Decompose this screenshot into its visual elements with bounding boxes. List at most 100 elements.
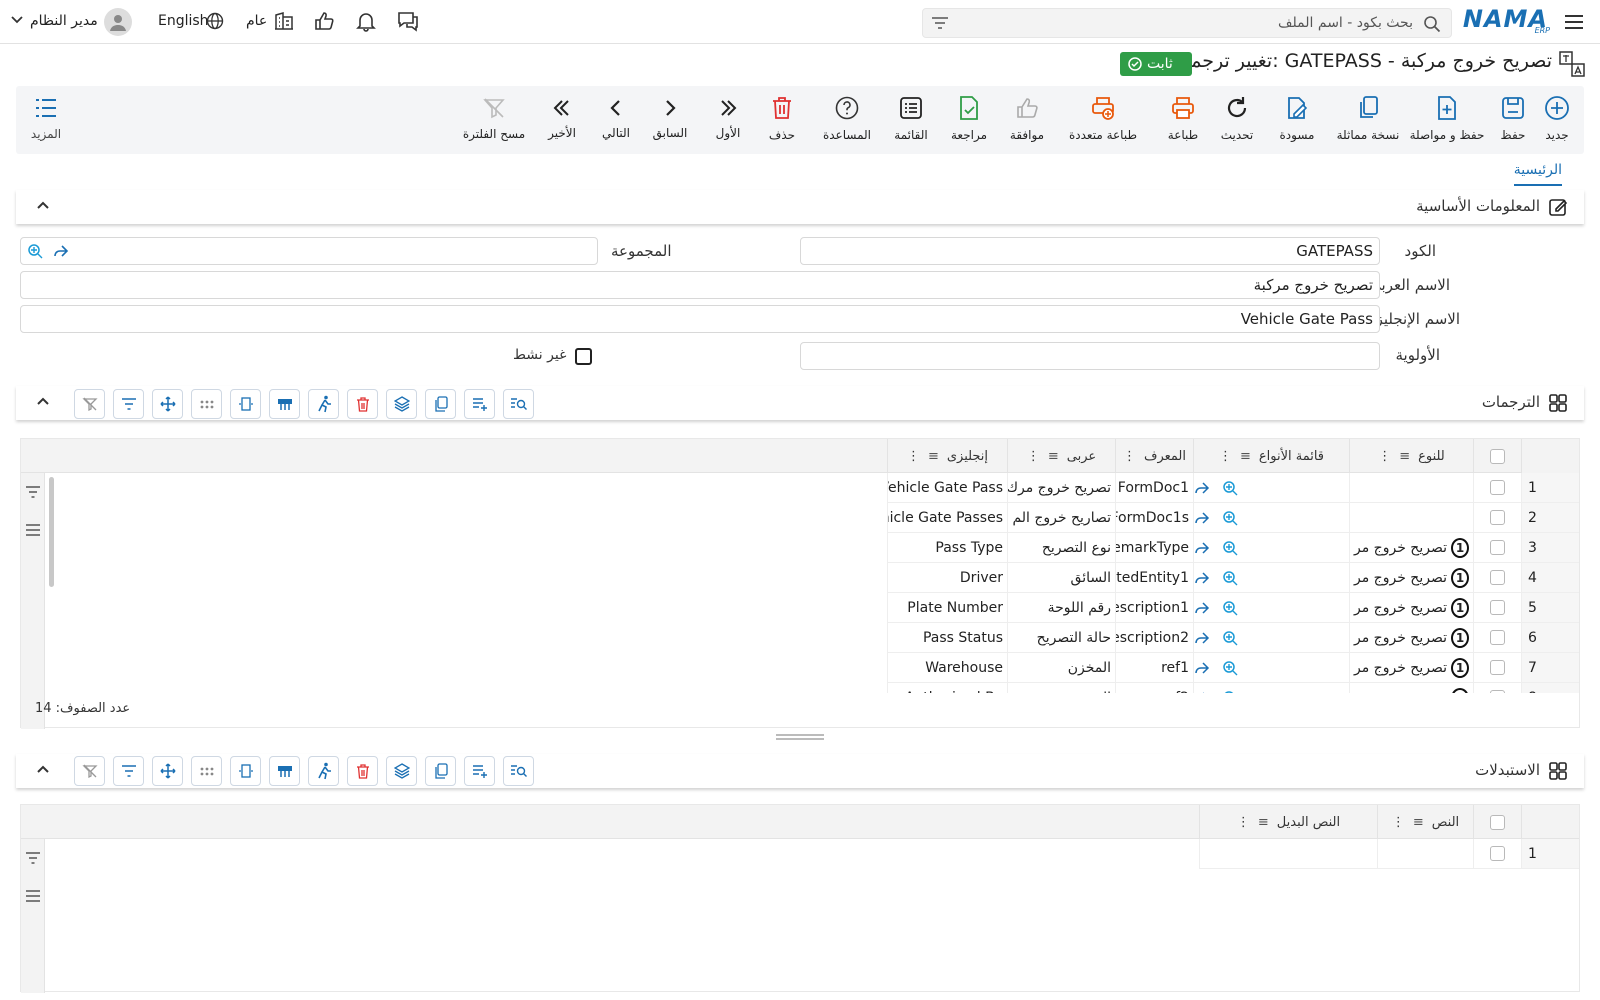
table-row[interactable]: 1 — [21, 839, 1579, 869]
row-checkbox[interactable] — [1490, 480, 1505, 495]
list-button[interactable]: القائمة — [876, 94, 946, 142]
row-checkbox[interactable] — [1490, 690, 1505, 693]
header-english[interactable]: ⋮ ≡ إنجليزى — [887, 439, 1007, 473]
cell-type[interactable]: تصريح خروج مر1 — [1349, 653, 1473, 683]
cell-type[interactable] — [1349, 503, 1473, 533]
cell-english[interactable]: Plate Number — [887, 593, 1007, 623]
arabic-name-field[interactable]: تصريح خروج مركبة — [20, 271, 1380, 299]
table-row[interactable]: 4 تصريح خروج مر1 RelatedEntity1السائقDrive… — [21, 563, 1579, 593]
open-link-icon[interactable] — [1194, 570, 1211, 586]
cell-type[interactable]: تصريح خروج مر1 — [1349, 563, 1473, 593]
open-link-icon[interactable] — [1194, 690, 1211, 693]
lookup-search-icon[interactable] — [1221, 629, 1239, 647]
open-link-icon[interactable] — [52, 242, 70, 260]
search-rows-icon[interactable] — [503, 756, 534, 786]
table-row[interactable]: 3 تصريح خروج مر1 RemarkTypeنوع التصريحPass… — [21, 533, 1579, 563]
cell-identifier[interactable]: FormDoc1 — [1115, 473, 1193, 503]
help-button[interactable]: المساعدة — [812, 94, 882, 142]
table-row[interactable]: 5 تصريح خروج مر1 Description1رقم اللوحةPla… — [21, 593, 1579, 623]
kebab-icon[interactable]: ⋮ — [1378, 449, 1391, 464]
globe-icon[interactable] — [206, 12, 224, 30]
header-replacement[interactable]: ⋮ ≡ النص البديل — [1199, 805, 1377, 839]
copy-row-icon[interactable] — [425, 389, 456, 419]
lookup-search-icon[interactable] — [1221, 509, 1239, 527]
lookup-search-icon[interactable] — [1221, 479, 1239, 497]
filter-icon[interactable]: ≡ — [928, 449, 939, 464]
previous-button[interactable]: السابق — [640, 94, 700, 140]
user-name[interactable]: مدير النظام — [30, 13, 98, 29]
header-type-list[interactable]: ⋮ ≡ قائمة الأنواع — [1193, 439, 1349, 473]
company-label[interactable]: عام — [246, 13, 267, 29]
filter-icon[interactable]: ≡ — [1399, 449, 1410, 464]
lookup-search-icon[interactable] — [1221, 569, 1239, 587]
kebab-icon[interactable]: ⋮ — [1027, 449, 1040, 464]
more-button[interactable]: المزيد — [16, 94, 76, 141]
add-row-icon[interactable] — [464, 389, 495, 419]
filter-icon[interactable] — [113, 756, 144, 786]
info-badge-icon[interactable]: 1 — [1451, 597, 1469, 618]
cell-text[interactable] — [1377, 839, 1473, 869]
building-icon[interactable] — [274, 11, 294, 31]
filter-icon[interactable] — [931, 15, 949, 31]
move-icon[interactable] — [152, 389, 183, 419]
lookup-search-icon[interactable] — [1221, 599, 1239, 617]
row-checkbox[interactable] — [1490, 630, 1505, 645]
delete-row-icon[interactable] — [347, 756, 378, 786]
cell-type[interactable]: تصريح خروج مر1 — [1349, 623, 1473, 653]
cell-replacement[interactable] — [1199, 839, 1377, 869]
dots-grid-icon[interactable] — [191, 389, 222, 419]
open-link-icon[interactable] — [1194, 480, 1211, 496]
avatar[interactable] — [104, 8, 132, 36]
kebab-icon[interactable]: ⋮ — [1219, 449, 1232, 464]
header-arabic[interactable]: ⋮ ≡ عربى — [1007, 439, 1115, 473]
cell-arabic[interactable]: حالة التصريح — [1007, 623, 1115, 653]
open-link-icon[interactable] — [1194, 660, 1211, 676]
cell-arabic[interactable]: نوع التصريح — [1007, 533, 1115, 563]
open-link-icon[interactable] — [1194, 510, 1211, 526]
info-badge-icon[interactable]: 1 — [1451, 567, 1469, 588]
cell-arabic[interactable]: تصريح خروج مرك — [1007, 473, 1115, 503]
tab-main[interactable]: الرئيسية — [1513, 162, 1562, 186]
cell-english[interactable]: Driver — [887, 563, 1007, 593]
table-row[interactable]: 8 تصريح خروج مر 1 ref2المعتمدAuthorised By — [21, 683, 1579, 693]
search-box[interactable]: بحث بكود - اسم الملف — [922, 8, 1452, 38]
cell-identifier[interactable]: RemarkType — [1115, 533, 1193, 563]
open-link-icon[interactable] — [1194, 600, 1211, 616]
row-checkbox[interactable] — [1490, 510, 1505, 525]
delete-row-icon[interactable] — [347, 389, 378, 419]
header-type[interactable]: ⋮ ≡ للنوع — [1349, 439, 1473, 473]
row-checkbox[interactable] — [1490, 570, 1505, 585]
filter-icon[interactable]: ≡ — [1048, 449, 1059, 464]
clear-filter-icon[interactable] — [74, 756, 105, 786]
header-identifier[interactable]: ⋮ المعرف — [1115, 439, 1193, 473]
cell-arabic[interactable]: السائق — [1007, 563, 1115, 593]
cell-arabic[interactable]: رقم اللوحة — [1007, 593, 1115, 623]
cell-type[interactable]: تصريح خروج مر1 — [1349, 593, 1473, 623]
clear-filter-icon[interactable] — [74, 389, 105, 419]
cell-english[interactable]: Vehicle Gate Passes — [887, 503, 1007, 533]
table-row[interactable]: 2 FormDoc1sتصاريح خروج المVehicle Gate Pa… — [21, 503, 1579, 533]
bell-icon[interactable] — [355, 10, 377, 32]
group-field[interactable] — [20, 237, 598, 265]
filter-icon[interactable]: ≡ — [1240, 449, 1251, 464]
row-checkbox[interactable] — [1490, 846, 1505, 861]
table-header-icon[interactable] — [269, 756, 300, 786]
inactive-checkbox[interactable] — [575, 348, 592, 365]
collapse-chevron-up-icon[interactable] — [36, 200, 50, 210]
cell-english[interactable]: Authorised By — [887, 683, 1007, 693]
row-checkbox[interactable] — [1490, 600, 1505, 615]
layers-icon[interactable] — [386, 389, 417, 419]
add-row-icon[interactable] — [464, 756, 495, 786]
resize-handle[interactable] — [776, 734, 824, 740]
open-link-icon[interactable] — [1194, 630, 1211, 646]
print-button[interactable]: طباعة — [1148, 94, 1218, 142]
delete-button[interactable]: حذف — [752, 94, 812, 142]
cell-english[interactable]: Pass Status — [887, 623, 1007, 653]
info-badge-icon[interactable]: 1 — [1451, 687, 1469, 693]
dots-grid-icon[interactable] — [191, 756, 222, 786]
table-row[interactable]: 1 FormDoc1 تصريح خروج مرك Vehicle Gate Pass — [21, 473, 1579, 503]
move-icon[interactable] — [152, 756, 183, 786]
english-name-field[interactable]: Vehicle Gate Pass — [20, 305, 1380, 333]
cell-type[interactable] — [1349, 473, 1473, 503]
filter-icon[interactable]: ≡ — [1413, 815, 1424, 830]
